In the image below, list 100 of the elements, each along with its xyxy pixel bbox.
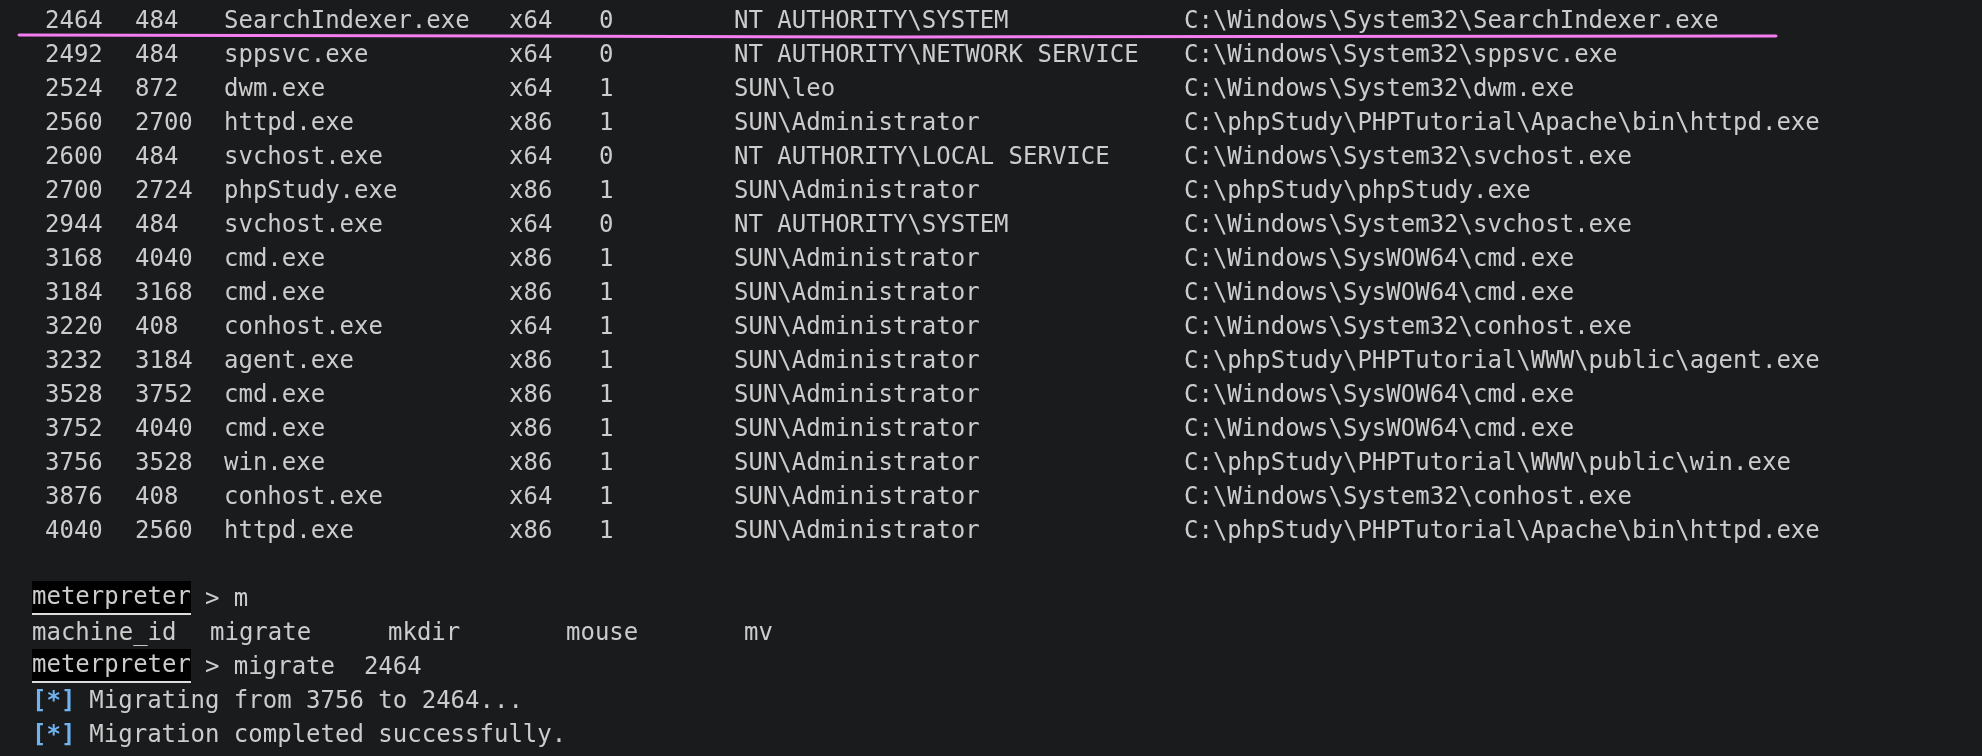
table-cell-text: 1 xyxy=(598,515,615,546)
table-cell-text: SUN\Administrator xyxy=(733,311,981,342)
table-cell-text: conhost.exe xyxy=(223,311,384,342)
table-cell-text: 1 xyxy=(598,379,615,410)
table-cell-text: x64 xyxy=(508,311,554,342)
table-cell-text: 3168 xyxy=(134,277,194,308)
table-cell-text: 2524 xyxy=(44,73,104,104)
table-cell-text: 2944 xyxy=(44,209,104,240)
table-cell-text: SUN\Administrator xyxy=(733,447,981,478)
completion-item: mkdir xyxy=(388,617,462,648)
table-cell-text: x64 xyxy=(508,141,554,172)
table-cell-text: C:\Windows\System32\svchost.exe xyxy=(1183,209,1632,240)
table-cell-text: sppsvc.exe xyxy=(223,39,370,70)
table-cell-text: x86 xyxy=(508,107,554,138)
completion-item: migrate xyxy=(210,617,313,648)
table-cell-text: x86 xyxy=(508,515,554,546)
table-cell-text: 3876 xyxy=(44,481,104,512)
table-cell-text: 2492 xyxy=(44,39,104,70)
table-cell-text: dwm.exe xyxy=(223,73,327,104)
table-cell-text: 1 xyxy=(598,447,615,478)
table-cell-text: cmd.exe xyxy=(223,379,327,410)
table-cell-text: SUN\Administrator xyxy=(733,413,981,444)
table-cell-text: NT AUTHORITY\LOCAL SERVICE xyxy=(733,141,1111,172)
table-cell-text: x86 xyxy=(508,277,554,308)
table-cell-text: C:\phpStudy\phpStudy.exe xyxy=(1183,175,1531,206)
table-cell-text: 0 xyxy=(598,39,615,70)
table-cell-text: 484 xyxy=(134,141,180,172)
table-cell-text: x86 xyxy=(508,243,554,274)
table-cell-text: x86 xyxy=(508,379,554,410)
table-cell-text: 3752 xyxy=(44,413,104,444)
table-cell-text: x64 xyxy=(508,73,554,104)
table-cell-text: 4040 xyxy=(44,515,104,546)
table-cell-text: 3184 xyxy=(134,345,194,376)
table-cell-text: C:\Windows\SysWOW64\cmd.exe xyxy=(1183,379,1575,410)
table-cell-text: C:\phpStudy\PHPTutorial\Apache\bin\httpd.exe xyxy=(1183,107,1820,138)
table-cell-text: 2600 xyxy=(44,141,104,172)
table-cell-text: x64 xyxy=(508,5,554,36)
table-cell-text: 3756 xyxy=(44,447,104,478)
table-cell-text: 484 xyxy=(134,209,180,240)
command-text: > migrate 2464 xyxy=(204,651,422,682)
table-cell-text: SUN\Administrator xyxy=(733,107,981,138)
table-cell-text: x64 xyxy=(508,209,554,240)
prompt-label: meterpreter xyxy=(32,581,191,615)
table-cell-text: C:\phpStudy\PHPTutorial\WWW\public\agent.exe xyxy=(1183,345,1820,376)
table-cell-text: 3232 xyxy=(44,345,104,376)
table-cell-text: svchost.exe xyxy=(223,209,384,240)
table-cell-text: 2560 xyxy=(44,107,104,138)
output-text: Migrating from 3756 to 2464... xyxy=(89,685,523,716)
table-cell-text: 1 xyxy=(598,175,615,206)
table-cell-text: x64 xyxy=(508,481,554,512)
table-cell-text: conhost.exe xyxy=(223,481,384,512)
table-cell-text: SUN\Administrator xyxy=(733,379,981,410)
table-cell-text: 408 xyxy=(134,481,180,512)
table-cell-text: 2700 xyxy=(44,175,104,206)
table-cell-text: C:\Windows\SysWOW64\cmd.exe xyxy=(1183,413,1575,444)
table-cell-text: x86 xyxy=(508,345,554,376)
table-cell-text: cmd.exe xyxy=(223,413,327,444)
table-cell-text: 1 xyxy=(598,345,615,376)
table-cell-text: cmd.exe xyxy=(223,243,327,274)
table-cell-text: 1 xyxy=(598,481,615,512)
table-cell-text: 1 xyxy=(598,311,615,342)
table-cell-text: C:\Windows\System32\conhost.exe xyxy=(1183,481,1632,512)
table-cell-text: 0 xyxy=(598,5,615,36)
table-cell-text: cmd.exe xyxy=(223,277,327,308)
completion-item: mouse xyxy=(566,617,640,648)
table-cell-text: 484 xyxy=(134,39,180,70)
table-cell-text: 4040 xyxy=(134,243,194,274)
table-cell-text: SUN\Administrator xyxy=(733,243,981,274)
table-cell-text: 1 xyxy=(598,277,615,308)
table-cell-text: 0 xyxy=(598,209,615,240)
table-cell-text: x86 xyxy=(508,413,554,444)
table-cell-text: 3220 xyxy=(44,311,104,342)
table-cell-text: 1 xyxy=(598,73,615,104)
command-text: > m xyxy=(204,583,249,614)
table-cell-text: C:\Windows\System32\svchost.exe xyxy=(1183,141,1632,172)
table-cell-text: x86 xyxy=(508,175,554,206)
table-cell-text: SUN\Administrator xyxy=(733,175,981,206)
table-cell-text: 3168 xyxy=(44,243,104,274)
table-cell-text: SearchIndexer.exe xyxy=(223,5,471,36)
table-cell-text: C:\Windows\System32\dwm.exe xyxy=(1183,73,1575,104)
table-cell-text: x86 xyxy=(508,447,554,478)
table-cell-text: C:\Windows\SysWOW64\cmd.exe xyxy=(1183,277,1575,308)
table-cell-text: httpd.exe xyxy=(223,515,356,546)
table-cell-text: 1 xyxy=(598,107,615,138)
table-cell-text: httpd.exe xyxy=(223,107,356,138)
output-text: Migration completed successfully. xyxy=(89,719,567,750)
table-cell-text: 4040 xyxy=(134,413,194,444)
table-cell-text: 2560 xyxy=(134,515,194,546)
completion-item: machine_id xyxy=(32,617,178,648)
table-cell-text: phpStudy.exe xyxy=(223,175,399,206)
prompt-label: meterpreter xyxy=(32,649,191,683)
table-cell-text: 408 xyxy=(134,311,180,342)
table-cell-text: C:\Windows\System32\sppsvc.exe xyxy=(1183,39,1618,70)
table-cell-text: x64 xyxy=(508,39,554,70)
table-cell-text: 3528 xyxy=(44,379,104,410)
table-cell-text: SUN\Administrator xyxy=(733,277,981,308)
table-cell-text: 2464 xyxy=(44,5,104,36)
table-cell-text: NT AUTHORITY\NETWORK SERVICE xyxy=(733,39,1140,70)
table-cell-text: 3528 xyxy=(134,447,194,478)
table-cell-text: 1 xyxy=(598,243,615,274)
